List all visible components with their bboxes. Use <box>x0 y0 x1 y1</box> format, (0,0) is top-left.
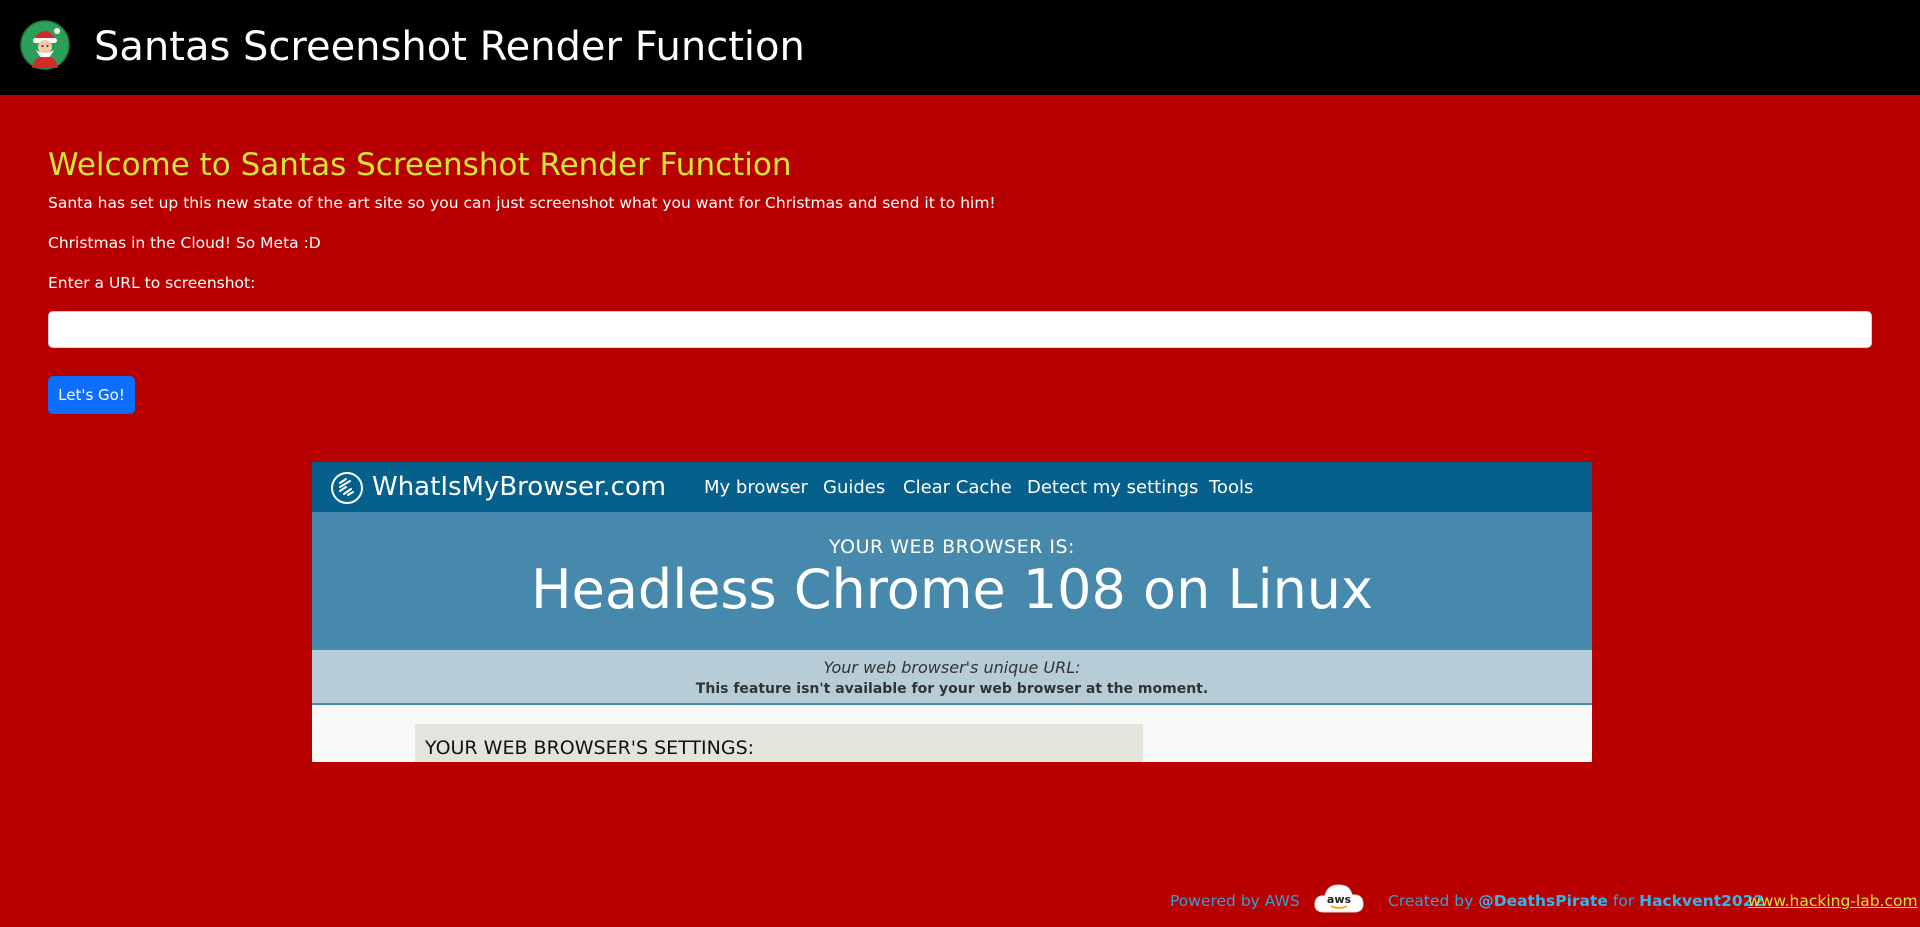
preview-menu-clear-cache: Clear Cache <box>903 477 1012 498</box>
preview-navbar: WhatIsMyBrowser.com My browser Guides Cl… <box>312 462 1592 512</box>
santa-avatar-icon <box>20 20 70 70</box>
hacking-lab-link[interactable]: www.hacking-lab.com <box>1748 888 1918 914</box>
intro-text: Santa has set up this new state of the a… <box>48 194 996 212</box>
unique-url-label: Your web browser's unique URL: <box>823 658 1081 677</box>
preview-menu-my-browser: My browser <box>704 477 808 498</box>
screenshot-preview: WhatIsMyBrowser.com My browser Guides Cl… <box>312 462 1592 762</box>
unique-url-note: This feature isn't available for your we… <box>695 681 1209 697</box>
top-navbar: Santas Screenshot Render Function <box>0 0 1920 95</box>
for-label: for <box>1612 892 1635 910</box>
preview-settings-box: YOUR WEB BROWSER'S SETTINGS: <box>415 724 1143 762</box>
browser-label: YOUR WEB BROWSER IS: <box>829 536 1075 558</box>
browser-value: Headless Chrome 108 on Linux <box>531 558 1373 621</box>
url-input[interactable] <box>48 311 1872 348</box>
credits-text: Created by @DeathsPirate for Hackvent202… <box>1388 888 1764 914</box>
preview-menu-tools: Tools <box>1209 477 1254 498</box>
created-by-label: Created by <box>1388 892 1474 910</box>
event-link[interactable]: Hackvent2022 <box>1639 892 1764 910</box>
tagline-text: Christmas in the Cloud! So Meta :D <box>48 234 321 252</box>
powered-by-text: Powered by AWS <box>1170 892 1300 910</box>
preview-menu-guides: Guides <box>823 477 886 498</box>
lets-go-button[interactable]: Let's Go! <box>48 376 135 414</box>
settings-title: YOUR WEB BROWSER'S SETTINGS: <box>425 737 755 759</box>
preview-brand: WhatIsMyBrowser.com <box>372 472 667 502</box>
welcome-heading: Welcome to Santas Screenshot Render Func… <box>48 147 792 183</box>
aws-badge-text: aws <box>1327 893 1352 906</box>
preview-menu-detect-settings: Detect my settings <box>1027 477 1199 498</box>
author-link[interactable]: @DeathsPirate <box>1478 892 1608 910</box>
whatismybrowser-logo-icon <box>331 472 363 504</box>
url-label: Enter a URL to screenshot: <box>48 274 256 292</box>
preview-unique-url: Your web browser's unique URL: This feat… <box>312 650 1592 705</box>
preview-hero: YOUR WEB BROWSER IS: Headless Chrome 108… <box>312 512 1592 650</box>
aws-cloud-icon: aws <box>1312 880 1366 916</box>
app-title: Santas Screenshot Render Function <box>94 24 805 70</box>
